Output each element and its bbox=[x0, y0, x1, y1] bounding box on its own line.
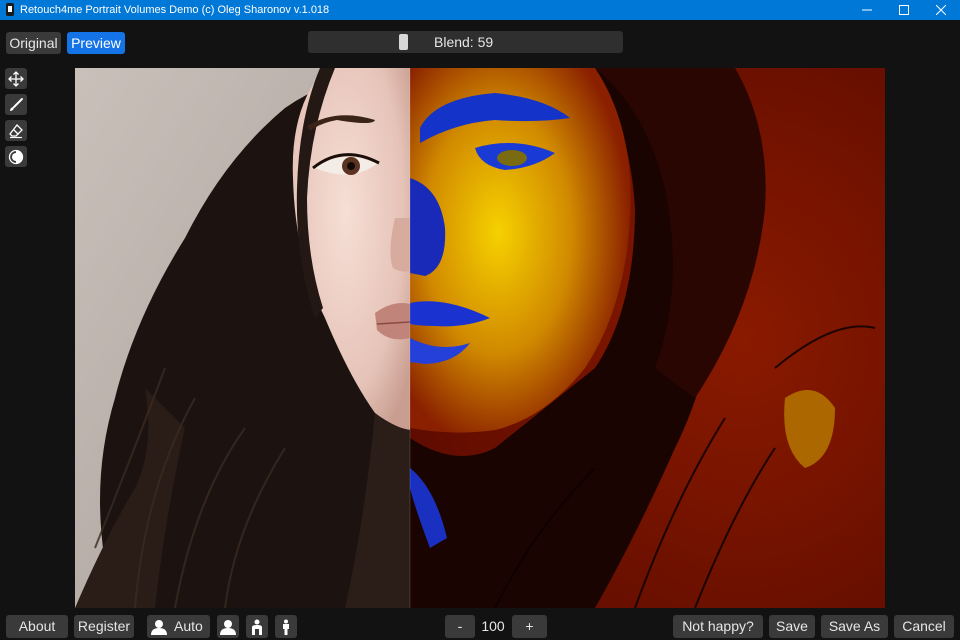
zoom-out-button[interactable]: - bbox=[445, 615, 475, 638]
maximize-button[interactable] bbox=[885, 0, 923, 20]
zoom-in-button[interactable]: + bbox=[512, 615, 547, 638]
window-title: Retouch4me Portrait Volumes Demo (c) Ole… bbox=[20, 4, 330, 16]
title-bar: Retouch4me Portrait Volumes Demo (c) Ole… bbox=[0, 0, 960, 20]
person-full-body-icon bbox=[283, 619, 289, 635]
original-button[interactable]: Original bbox=[6, 32, 61, 54]
close-button[interactable] bbox=[922, 0, 960, 20]
brush-icon bbox=[10, 97, 23, 111]
blend-label: Blend: 59 bbox=[434, 34, 494, 50]
person-portrait-icon bbox=[220, 619, 236, 635]
save-button[interactable]: Save bbox=[769, 615, 815, 638]
not-happy-button[interactable]: Not happy? bbox=[673, 615, 763, 638]
brush-tool-button[interactable] bbox=[5, 94, 27, 115]
app-icon bbox=[6, 3, 14, 16]
full-body-mode-button[interactable] bbox=[275, 615, 297, 638]
half-body-mode-button[interactable] bbox=[246, 615, 268, 638]
portrait-preview bbox=[75, 68, 885, 608]
preview-button[interactable]: Preview bbox=[67, 32, 125, 54]
minimize-icon bbox=[862, 9, 872, 11]
move-icon bbox=[8, 70, 24, 87]
person-half-body-icon bbox=[252, 619, 262, 635]
portrait-mode-button[interactable] bbox=[217, 615, 239, 638]
image-canvas[interactable] bbox=[75, 68, 885, 608]
blend-slider-thumb[interactable] bbox=[399, 34, 408, 50]
person-portrait-icon bbox=[151, 619, 167, 635]
minimize-button[interactable] bbox=[848, 0, 886, 20]
about-button[interactable]: About bbox=[6, 615, 68, 638]
cancel-button[interactable]: Cancel bbox=[894, 615, 954, 638]
contrast-circle-icon bbox=[8, 149, 24, 164]
move-tool-button[interactable] bbox=[5, 68, 27, 89]
close-icon bbox=[936, 5, 946, 15]
eraser-tool-button[interactable] bbox=[5, 120, 27, 141]
auto-label: Auto bbox=[174, 618, 203, 634]
mask-tool-button[interactable] bbox=[5, 146, 27, 167]
zoom-value: 100 bbox=[481, 618, 505, 634]
auto-button[interactable]: Auto bbox=[147, 615, 210, 638]
save-as-button[interactable]: Save As bbox=[821, 615, 888, 638]
blend-slider[interactable]: Blend: 59 bbox=[308, 31, 623, 53]
register-button[interactable]: Register bbox=[74, 615, 134, 638]
eraser-icon bbox=[9, 123, 23, 138]
maximize-icon bbox=[899, 5, 909, 15]
